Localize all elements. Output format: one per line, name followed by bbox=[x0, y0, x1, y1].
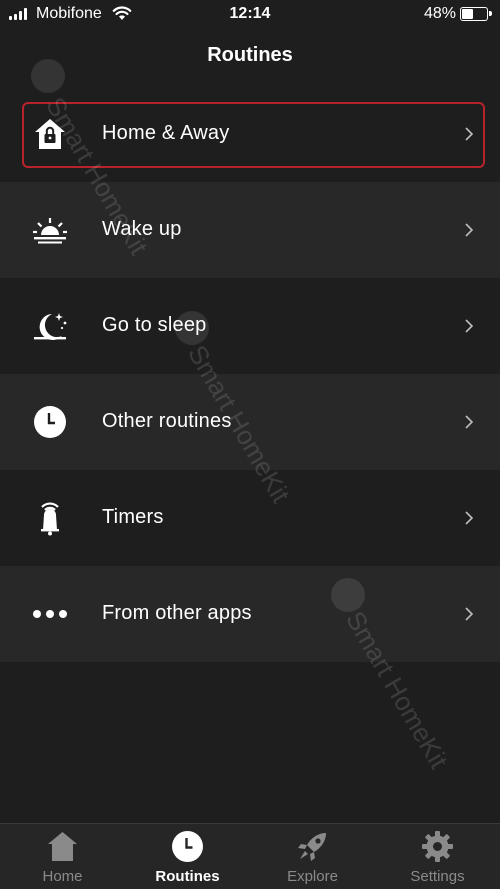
tab-settings[interactable]: Settings bbox=[375, 824, 500, 889]
routine-label: From other apps bbox=[102, 602, 252, 624]
routine-timers[interactable]: Timers bbox=[0, 470, 500, 566]
chevron-right-icon bbox=[465, 415, 474, 429]
tab-label: Routines bbox=[155, 868, 220, 885]
routine-label: Timers bbox=[102, 506, 164, 528]
home-lock-icon bbox=[32, 116, 68, 152]
routine-go-to-sleep[interactable]: Go to sleep bbox=[0, 278, 500, 374]
moon-stars-icon bbox=[32, 308, 68, 344]
battery-icon bbox=[460, 7, 492, 21]
routine-label: Other routines bbox=[102, 410, 232, 432]
home-icon bbox=[48, 832, 77, 861]
tab-explore[interactable]: Explore bbox=[250, 824, 375, 889]
chevron-right-icon bbox=[465, 127, 474, 141]
battery-percent: 48% bbox=[423, 5, 456, 22]
routine-from-other-apps[interactable]: From other apps bbox=[0, 566, 500, 662]
routine-other-routines[interactable]: Other routines bbox=[0, 374, 500, 470]
chevron-right-icon bbox=[465, 319, 474, 333]
chevron-right-icon bbox=[465, 511, 474, 525]
bell-icon bbox=[32, 500, 68, 536]
routine-wake-up[interactable]: Wake up bbox=[0, 182, 500, 278]
routine-label: Home & Away bbox=[102, 122, 230, 144]
routines-list: Home & Away Wake up Go to sleep Other ro… bbox=[0, 86, 500, 662]
status-bar: Mobifone 12:14 48% bbox=[0, 0, 500, 30]
sunrise-icon bbox=[32, 212, 68, 248]
tab-bar: Home Routines Explore Settings bbox=[0, 823, 500, 889]
tab-label: Explore bbox=[287, 868, 338, 885]
chevron-right-icon bbox=[465, 223, 474, 237]
tab-home[interactable]: Home bbox=[0, 824, 125, 889]
clock-icon bbox=[172, 831, 203, 862]
tab-label: Home bbox=[42, 868, 83, 885]
tab-routines[interactable]: Routines bbox=[125, 824, 250, 889]
routine-label: Wake up bbox=[102, 218, 182, 240]
more-dots-icon bbox=[32, 596, 68, 632]
rocket-icon bbox=[298, 833, 326, 861]
tab-label: Settings bbox=[410, 868, 465, 885]
page-title: Routines bbox=[207, 44, 293, 66]
chevron-right-icon bbox=[465, 607, 474, 621]
routine-label: Go to sleep bbox=[102, 314, 207, 336]
gear-icon bbox=[422, 831, 453, 862]
clock-icon bbox=[32, 404, 68, 440]
routine-home-away[interactable]: Home & Away bbox=[0, 86, 500, 182]
